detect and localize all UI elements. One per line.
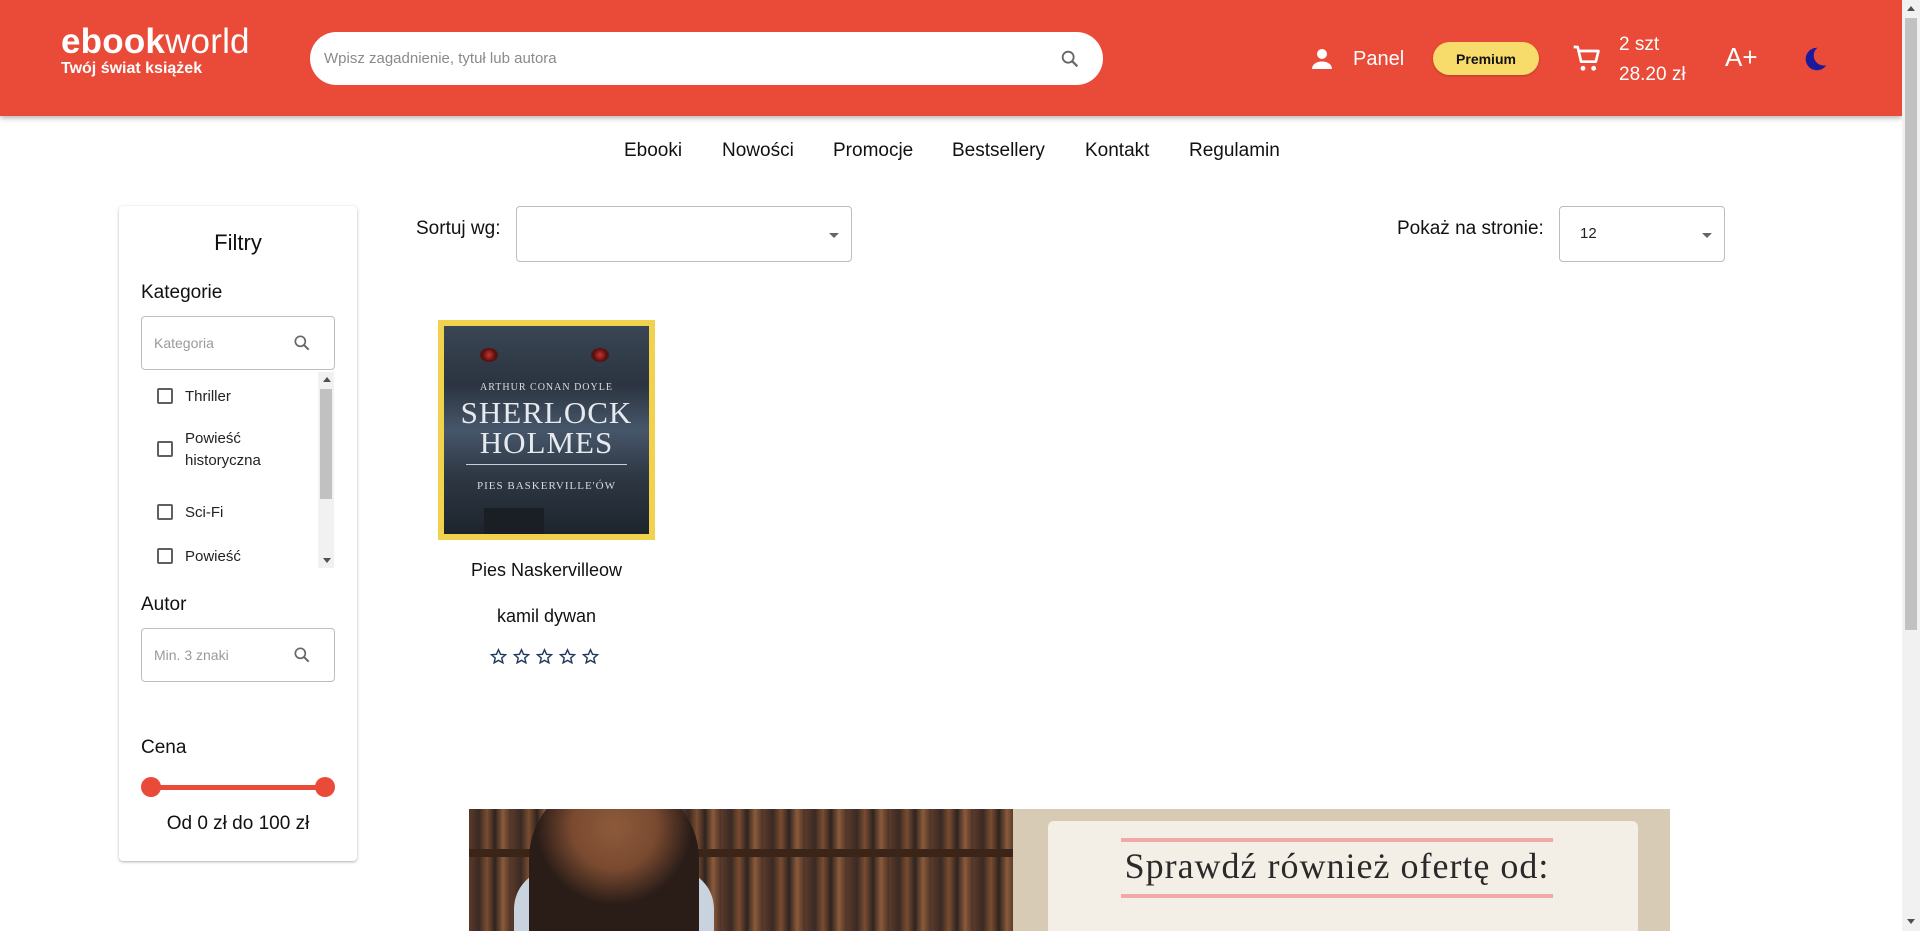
product-title[interactable]: Pies Naskervilleow <box>438 560 655 581</box>
premium-button[interactable]: Premium <box>1433 42 1539 75</box>
price-slider-track[interactable] <box>151 785 325 790</box>
cart-count: 2 szt <box>1619 34 1660 55</box>
category-label-text: Sci-Fi <box>185 504 224 521</box>
cover-title-line1: SHERLOCK <box>460 395 633 430</box>
star-icon[interactable] <box>490 648 507 665</box>
logo-tagline: Twój świat książek <box>61 60 203 77</box>
cover-author: ARTHUR CONAN DOYLE <box>480 382 613 393</box>
header: ebookworld Twój świat książek Panel Prem… <box>0 0 1902 116</box>
logo[interactable]: ebookworld Twój świat książek <box>61 22 250 78</box>
category-label-text: Powieść historyczna <box>185 430 261 469</box>
nav-item-bestsellery[interactable]: Bestsellery <box>952 140 1045 162</box>
price-slider-max-handle[interactable] <box>315 777 335 797</box>
page-scroll-up-icon[interactable] <box>1907 6 1915 11</box>
promo-banner[interactable]: Sprawdź również ofertę od: <box>469 809 1670 931</box>
per-page-select[interactable]: 12 <box>1559 206 1725 262</box>
cart-summary[interactable]: 2 szt 28.20 zł <box>1619 30 1686 90</box>
category-search-field <box>141 316 335 370</box>
category-search-input[interactable] <box>154 317 284 369</box>
nav-item-ebooki[interactable]: Ebooki <box>624 140 682 162</box>
panel-button[interactable]: Panel <box>1307 44 1404 74</box>
cart-total: 28.20 zł <box>1619 64 1686 85</box>
cover-castle-silhouette <box>484 508 544 534</box>
category-item-powiesc-historyczna[interactable]: Powieść historyczna <box>157 428 295 472</box>
nav-item-promocje[interactable]: Promocje <box>833 140 913 162</box>
dark-mode-moon-icon[interactable] <box>1800 44 1830 74</box>
cover-subtitle: PIES BASKERVILLE'ÓW <box>477 480 616 492</box>
star-icon[interactable] <box>559 648 576 665</box>
banner-paper-area: Sprawdź również ofertę od: <box>1013 809 1670 931</box>
cover-title-line2: HOLMES <box>479 425 614 460</box>
main-nav: Ebooki Nowości Promocje Bestsellery Kont… <box>0 138 1902 168</box>
logo-light: world <box>165 22 250 61</box>
star-icon[interactable] <box>513 648 530 665</box>
search-icon[interactable] <box>292 645 312 665</box>
category-item-thriller[interactable]: Thriller <box>157 386 295 408</box>
per-page-label: Pokaż na stronie: <box>1397 218 1544 239</box>
per-page-select-value: 12 <box>1580 225 1597 242</box>
book-cover[interactable]: ARTHUR CONAN DOYLE SHERLOCK HOLMES PIES … <box>438 320 655 540</box>
user-icon <box>1312 49 1332 69</box>
category-scrollbar-thumb[interactable] <box>320 389 332 499</box>
author-label: Autor <box>141 594 187 615</box>
book-cover-image: ARTHUR CONAN DOYLE SHERLOCK HOLMES PIES … <box>444 326 649 534</box>
checkbox[interactable] <box>157 504 173 520</box>
sort-select[interactable] <box>516 206 852 262</box>
search-icon[interactable] <box>292 333 312 353</box>
category-label-text: Thriller <box>185 388 231 405</box>
banner-text: Sprawdź również ofertę od: <box>1124 846 1550 886</box>
cart-icon[interactable] <box>1571 43 1603 75</box>
checkbox[interactable] <box>157 441 173 457</box>
cover-eye-right <box>591 348 609 362</box>
price-label: Cena <box>141 737 187 758</box>
filters-title: Filtry <box>214 230 262 255</box>
chevron-down-icon <box>1702 233 1712 238</box>
search-icon[interactable] <box>1059 48 1081 70</box>
search-bar <box>310 32 1103 85</box>
category-item-powiesc[interactable]: Powieść <box>157 546 295 568</box>
checkbox[interactable] <box>157 548 173 564</box>
category-item-sci-fi[interactable]: Sci-Fi <box>157 502 295 524</box>
page-scrollbar-thumb[interactable] <box>1905 18 1917 630</box>
cover-eye-left <box>480 348 498 362</box>
author-search-field <box>141 628 335 682</box>
banner-person <box>529 809 699 931</box>
checkbox[interactable] <box>157 388 173 404</box>
logo-bold: ebook <box>61 22 166 61</box>
sort-label: Sortuj wg: <box>416 218 501 239</box>
chevron-down-icon <box>829 233 839 238</box>
star-icon[interactable] <box>536 648 553 665</box>
cover-title: SHERLOCK HOLMES <box>444 395 649 460</box>
page-scroll-down-icon[interactable] <box>1907 919 1915 924</box>
price-slider-min-handle[interactable] <box>141 777 161 797</box>
nav-item-kontakt[interactable]: Kontakt <box>1085 140 1149 162</box>
banner-pink-line-top <box>1121 838 1553 842</box>
scroll-down-arrow-icon[interactable] <box>323 558 331 563</box>
scroll-up-arrow-icon[interactable] <box>323 377 331 382</box>
star-icon[interactable] <box>582 648 599 665</box>
banner-pink-line-bottom <box>1121 894 1553 898</box>
product-author[interactable]: kamil dywan <box>438 606 655 627</box>
nav-item-nowosci[interactable]: Nowości <box>722 140 794 162</box>
price-range-text: Od 0 zł do 100 zł <box>166 813 310 834</box>
rating-stars[interactable] <box>490 648 599 665</box>
font-size-button[interactable]: A+ <box>1725 42 1758 73</box>
author-search-input[interactable] <box>154 629 284 681</box>
nav-item-regulamin[interactable]: Regulamin <box>1189 140 1280 162</box>
panel-label: Panel <box>1353 47 1405 70</box>
cover-divider <box>466 464 627 465</box>
category-label-text: Powieść <box>185 548 241 565</box>
banner-bookshelf-image <box>469 809 1013 931</box>
filters-panel: Filtry Kategorie Thriller Powieść histor… <box>119 206 357 861</box>
search-input[interactable] <box>324 32 1024 85</box>
category-label: Kategorie <box>141 282 223 303</box>
